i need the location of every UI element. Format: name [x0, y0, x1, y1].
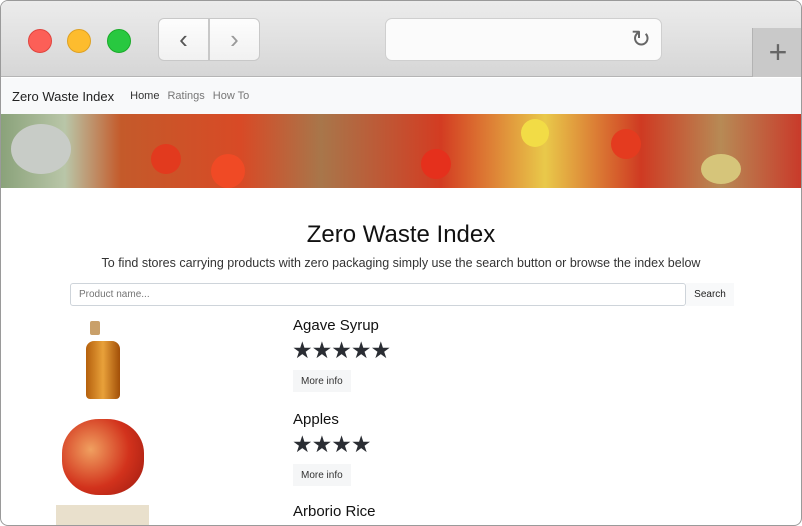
product-item: Agave Syrup ★★★★★ More info — [1, 317, 801, 413]
product-item: Apples ★★★★ More info — [1, 411, 801, 507]
new-tab-button[interactable]: + — [752, 28, 801, 77]
nav-how-to[interactable]: How To — [213, 90, 249, 102]
product-name[interactable]: Apples — [293, 411, 339, 428]
product-name[interactable]: Arborio Rice — [293, 503, 376, 520]
close-window-button[interactable] — [28, 29, 52, 53]
star-rating: ★★★★ — [292, 431, 371, 457]
chevron-right-icon: › — [230, 24, 239, 54]
product-search-input[interactable] — [70, 283, 686, 306]
nav-home[interactable]: Home — [130, 90, 159, 102]
more-info-button[interactable]: More info — [293, 464, 351, 486]
navbar: Zero Waste Index Home Ratings How To — [1, 78, 801, 114]
search-button[interactable]: Search — [686, 283, 734, 306]
brand[interactable]: Zero Waste Index — [12, 89, 114, 104]
apple-image — [56, 413, 149, 499]
product-name[interactable]: Agave Syrup — [293, 317, 379, 334]
produce-banner-image — [1, 114, 801, 188]
browser-window: ‹ › ↻ + Zero Waste Index Home Ratings Ho… — [0, 0, 802, 526]
arborio-rice-image — [56, 505, 149, 525]
nav-ratings[interactable]: Ratings — [167, 90, 204, 102]
maximize-window-button[interactable] — [107, 29, 131, 53]
more-info-button[interactable]: More info — [293, 370, 351, 392]
star-rating: ★★★★★ — [292, 337, 391, 363]
page-subtitle: To find stores carrying products with ze… — [101, 256, 701, 270]
plus-icon: + — [768, 34, 788, 70]
page-title: Zero Waste Index — [306, 221, 496, 248]
chevron-left-icon: ‹ — [179, 24, 188, 54]
reload-icon[interactable]: ↻ — [631, 25, 651, 54]
back-button[interactable]: ‹ — [158, 18, 209, 61]
browser-toolbar: ‹ › ↻ + — [1, 1, 801, 77]
minimize-window-button[interactable] — [67, 29, 91, 53]
product-item: Arborio Rice — [1, 503, 801, 525]
forward-button[interactable]: › — [209, 18, 260, 61]
address-bar[interactable]: ↻ — [385, 18, 662, 61]
agave-syrup-image — [56, 319, 149, 405]
